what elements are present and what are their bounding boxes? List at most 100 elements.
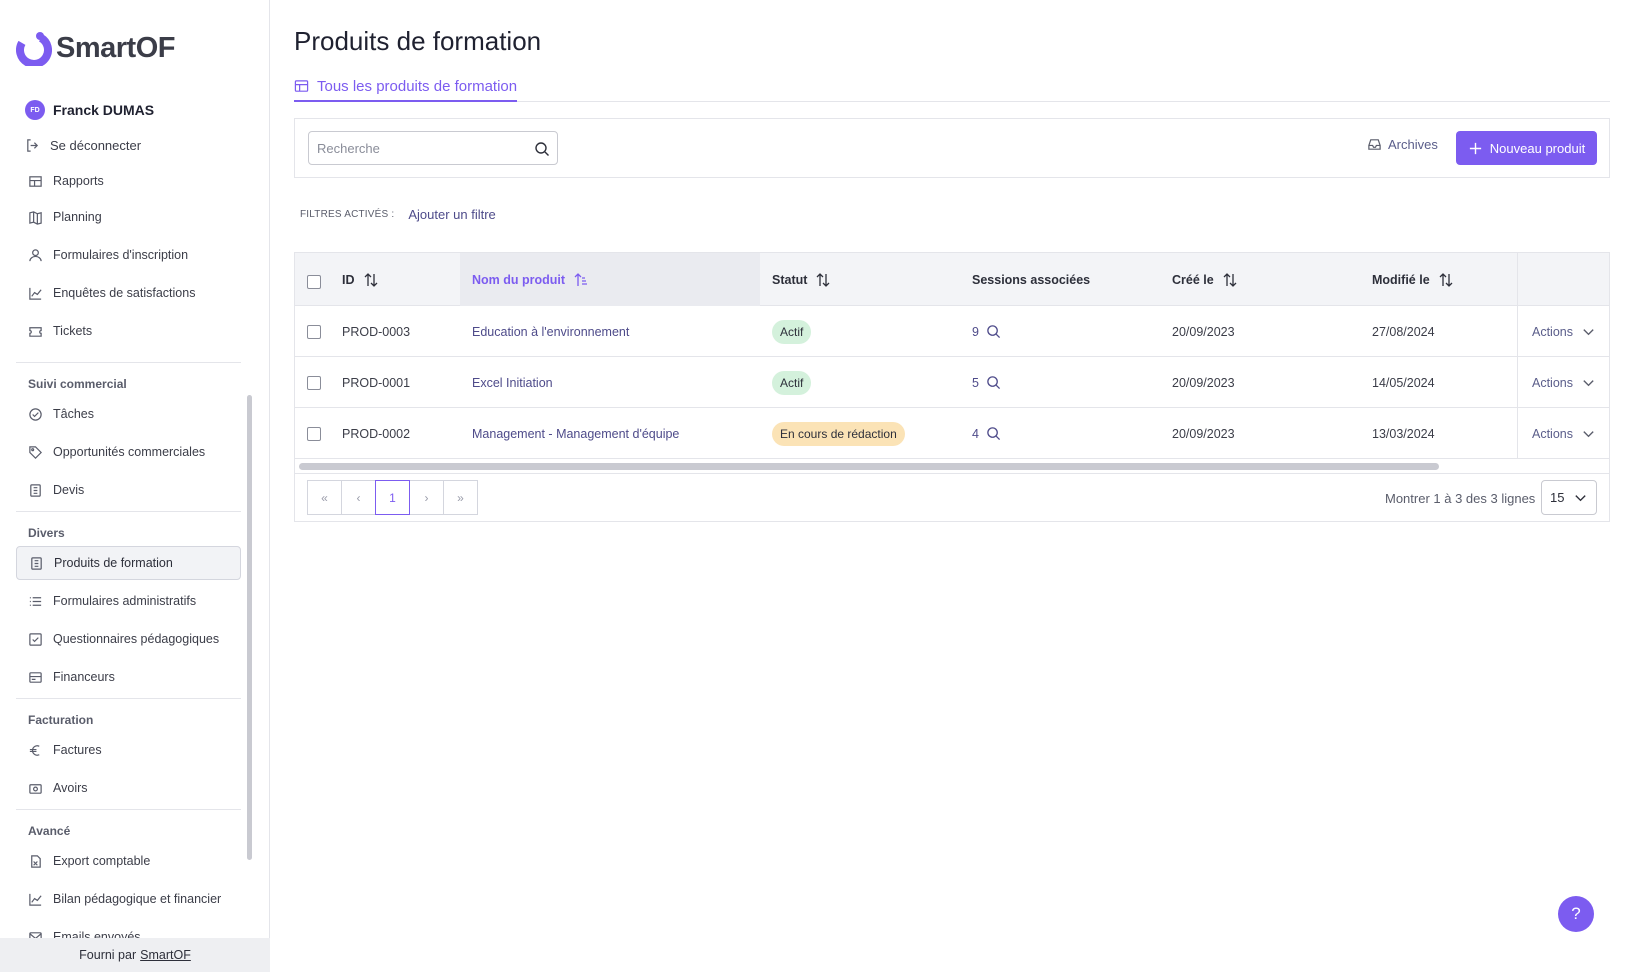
help-button[interactable]: ? bbox=[1558, 896, 1594, 932]
cell-product-name[interactable]: Excel Initiation bbox=[472, 357, 553, 408]
cell-created: 20/09/2023 bbox=[1172, 375, 1235, 390]
actions-group: Actions bbox=[1532, 426, 1596, 441]
table-header: ID Nom du produit Statut Sessions associ… bbox=[295, 253, 1609, 306]
sidebar-item-label: Bilan pédagogique et financier bbox=[53, 892, 222, 906]
column-label: Créé le bbox=[1172, 272, 1214, 287]
sidebar-item-produits-formation[interactable]: Produits de formation bbox=[16, 546, 241, 580]
first-page-button[interactable]: « bbox=[307, 480, 342, 515]
pagination: « ‹ 1 › » Montrer 1 à 3 des 3 lignes 15 bbox=[295, 473, 1609, 521]
products-table: ID Nom du produit Statut Sessions associ… bbox=[294, 252, 1610, 522]
sort-icon bbox=[1439, 272, 1453, 287]
ticket-icon bbox=[29, 326, 42, 337]
cell-status: Actif bbox=[772, 306, 812, 357]
sidebar-item-planning[interactable]: Planning bbox=[16, 200, 241, 234]
status-badge: En cours de rédaction bbox=[772, 421, 905, 446]
sidebar-item-opportunites[interactable]: Opportunités commerciales bbox=[16, 435, 241, 469]
user-profile[interactable]: FD Franck DUMAS bbox=[25, 100, 154, 120]
sidebar-item-label: Formulaires d'inscription bbox=[53, 248, 189, 262]
sidebar-item-devis[interactable]: Devis bbox=[16, 473, 241, 507]
cell-product-name[interactable]: Education à l'environnement bbox=[472, 306, 629, 357]
cell-sessions[interactable]: 9 bbox=[972, 306, 1001, 357]
table-row[interactable]: PROD-0003 Education à l'environnement Ac… bbox=[295, 306, 1609, 357]
last-page-button[interactable]: » bbox=[443, 480, 478, 515]
column-header-status[interactable]: Statut bbox=[772, 253, 831, 306]
row-checkbox[interactable] bbox=[307, 324, 321, 339]
search-icon[interactable] bbox=[534, 141, 550, 157]
cell-sessions[interactable]: 4 bbox=[972, 408, 1001, 459]
cell-product-name[interactable]: Management - Management d'équipe bbox=[472, 408, 679, 459]
cell-modified: 27/08/2024 bbox=[1372, 324, 1435, 339]
column-header-name[interactable]: Nom du produit bbox=[460, 253, 760, 306]
document-icon bbox=[30, 483, 41, 497]
column-header-modified[interactable]: Modifié le bbox=[1372, 253, 1454, 306]
footer-link[interactable]: SmartOF bbox=[140, 948, 191, 962]
sidebar-item-questionnaires[interactable]: Questionnaires pédagogiques bbox=[16, 622, 241, 656]
column-header-created[interactable]: Créé le bbox=[1172, 253, 1238, 306]
archive-icon bbox=[1368, 139, 1381, 150]
sidebar-item-label: Planning bbox=[53, 210, 102, 224]
search-input[interactable] bbox=[309, 132, 519, 164]
sidebar-item-bilan[interactable]: Bilan pédagogique et financier bbox=[16, 882, 241, 916]
add-filter-link[interactable]: Ajouter un filtre bbox=[408, 207, 495, 222]
cell-created: 20/09/2023 bbox=[1172, 426, 1235, 441]
money-icon bbox=[29, 783, 42, 794]
sidebar-item-label: Produits de formation bbox=[54, 556, 173, 570]
table-row[interactable]: PROD-0001 Excel Initiation Actif 5 20/09… bbox=[295, 357, 1609, 408]
sessions-link[interactable]: 5 bbox=[972, 375, 1001, 390]
row-checkbox[interactable] bbox=[307, 375, 321, 390]
page-1-button[interactable]: 1 bbox=[375, 480, 410, 515]
sessions-count: 4 bbox=[972, 426, 979, 441]
euro-icon bbox=[29, 744, 40, 756]
column-header-id[interactable]: ID bbox=[342, 253, 379, 306]
section-title-avance: Avancé bbox=[28, 824, 71, 838]
row-checkbox[interactable] bbox=[307, 426, 321, 441]
archives-button[interactable]: Archives bbox=[1367, 137, 1438, 152]
actions-dropdown[interactable]: Actions bbox=[1532, 408, 1596, 459]
actions-dropdown[interactable]: Actions bbox=[1532, 357, 1596, 408]
sidebar-item-tickets[interactable]: Tickets bbox=[16, 314, 241, 348]
page-size-select[interactable]: 15 bbox=[1541, 480, 1597, 515]
sidebar-item-label: Questionnaires pédagogiques bbox=[53, 632, 220, 646]
row-select-cell bbox=[307, 306, 321, 357]
sidebar-scrollbar[interactable] bbox=[247, 395, 252, 860]
next-page-button[interactable]: › bbox=[409, 480, 444, 515]
sidebar-item-label: Emails envoyés bbox=[53, 930, 141, 938]
page-title: Produits de formation bbox=[294, 26, 542, 56]
user-icon bbox=[29, 248, 42, 261]
table-row[interactable]: PROD-0002 Management - Management d'équi… bbox=[295, 408, 1609, 459]
sidebar-item-taches[interactable]: Tâches bbox=[16, 397, 241, 431]
cell-sessions[interactable]: 5 bbox=[972, 357, 1001, 408]
cell-modified: 13/03/2024 bbox=[1372, 426, 1435, 441]
table-horizontal-scrollbar[interactable] bbox=[299, 463, 1439, 470]
sidebar-item-rapports[interactable]: Rapports bbox=[16, 176, 241, 198]
chart-line-icon bbox=[29, 287, 42, 300]
divider bbox=[16, 362, 241, 363]
previous-page-button[interactable]: ‹ bbox=[341, 480, 376, 515]
column-label: ID bbox=[342, 272, 355, 287]
tab-all-products[interactable]: Tous les produits de formation bbox=[294, 72, 518, 102]
sidebar-item-export-comptable[interactable]: Export comptable bbox=[16, 844, 241, 878]
actions-group: Actions bbox=[1532, 324, 1596, 339]
sidebar-item-financeurs[interactable]: Financeurs bbox=[16, 660, 241, 694]
column-label: Nom du produit bbox=[472, 272, 566, 287]
sidebar-item-formulaires-inscription[interactable]: Formulaires d'inscription bbox=[16, 238, 241, 272]
new-product-button[interactable]: Nouveau produit bbox=[1456, 131, 1597, 165]
sidebar-item-avoirs[interactable]: Avoirs bbox=[16, 771, 241, 805]
sidebar-item-emails[interactable]: Emails envoyés bbox=[16, 920, 241, 938]
pager: « ‹ 1 › » bbox=[307, 480, 478, 515]
select-all-checkbox[interactable] bbox=[307, 274, 321, 289]
logo[interactable]: SmartOF bbox=[16, 30, 175, 66]
check-circle-icon bbox=[29, 407, 42, 421]
sidebar-item-formulaires-administratifs[interactable]: Formulaires administratifs bbox=[16, 584, 241, 618]
sessions-link[interactable]: 9 bbox=[972, 324, 1001, 339]
sidebar-item-factures[interactable]: Factures bbox=[16, 733, 241, 767]
actions-dropdown[interactable]: Actions bbox=[1532, 306, 1596, 357]
status-badge: Actif bbox=[772, 370, 812, 395]
list-icon bbox=[29, 596, 42, 606]
sidebar-item-enquetes[interactable]: Enquêtes de satisfactions bbox=[16, 276, 241, 310]
sessions-link[interactable]: 4 bbox=[972, 426, 1001, 441]
logout-link[interactable]: Se déconnecter bbox=[25, 138, 141, 153]
divider bbox=[16, 698, 241, 699]
sort-icon bbox=[1223, 272, 1237, 287]
plus-icon bbox=[1469, 142, 1481, 154]
